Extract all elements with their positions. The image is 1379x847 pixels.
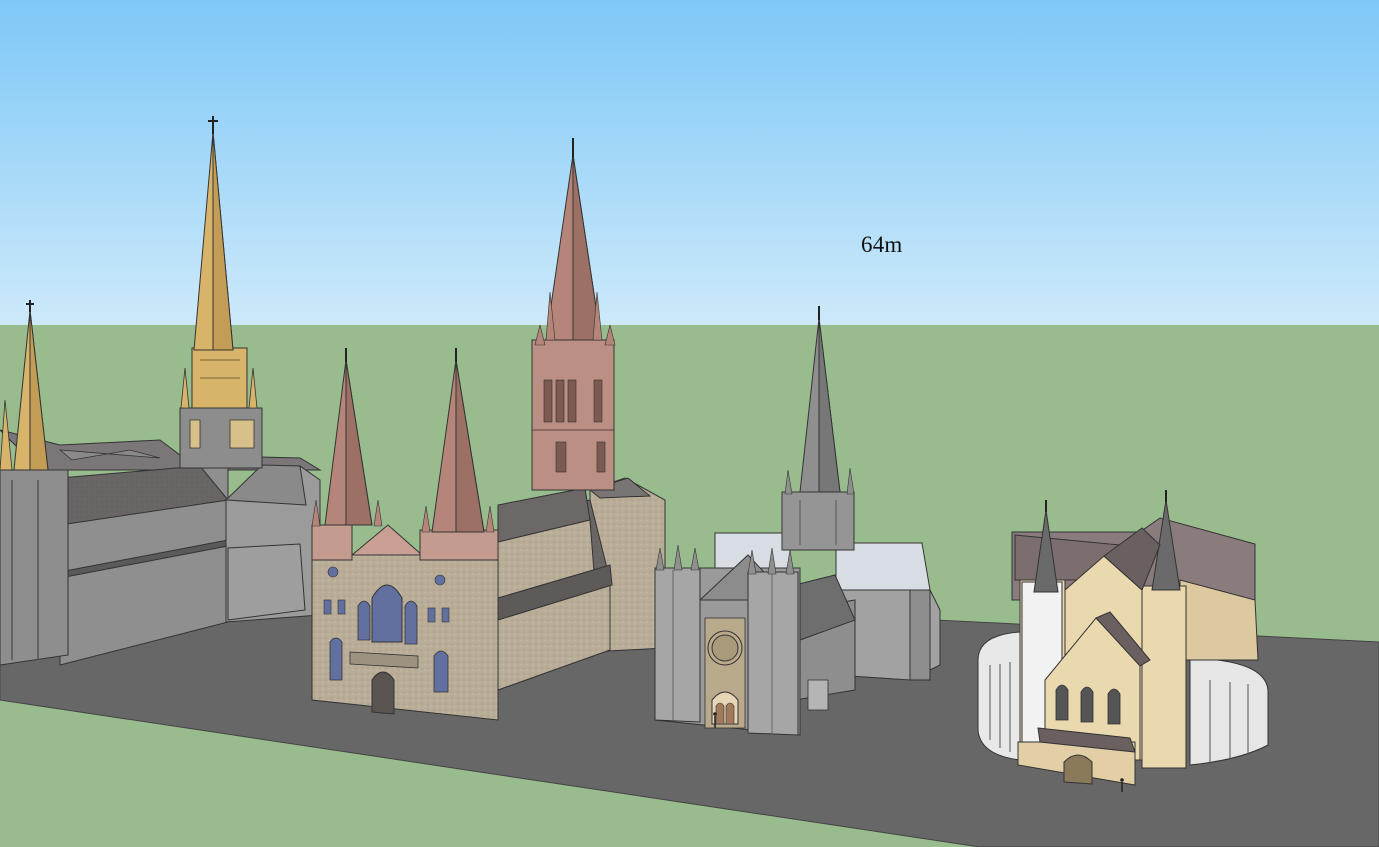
- model-viewport[interactable]: 64m: [0, 0, 1379, 847]
- height-reference-label: 64m: [861, 232, 903, 257]
- cathedral-comparison-render: [0, 0, 1379, 847]
- cream-cathedral: [977, 490, 1269, 792]
